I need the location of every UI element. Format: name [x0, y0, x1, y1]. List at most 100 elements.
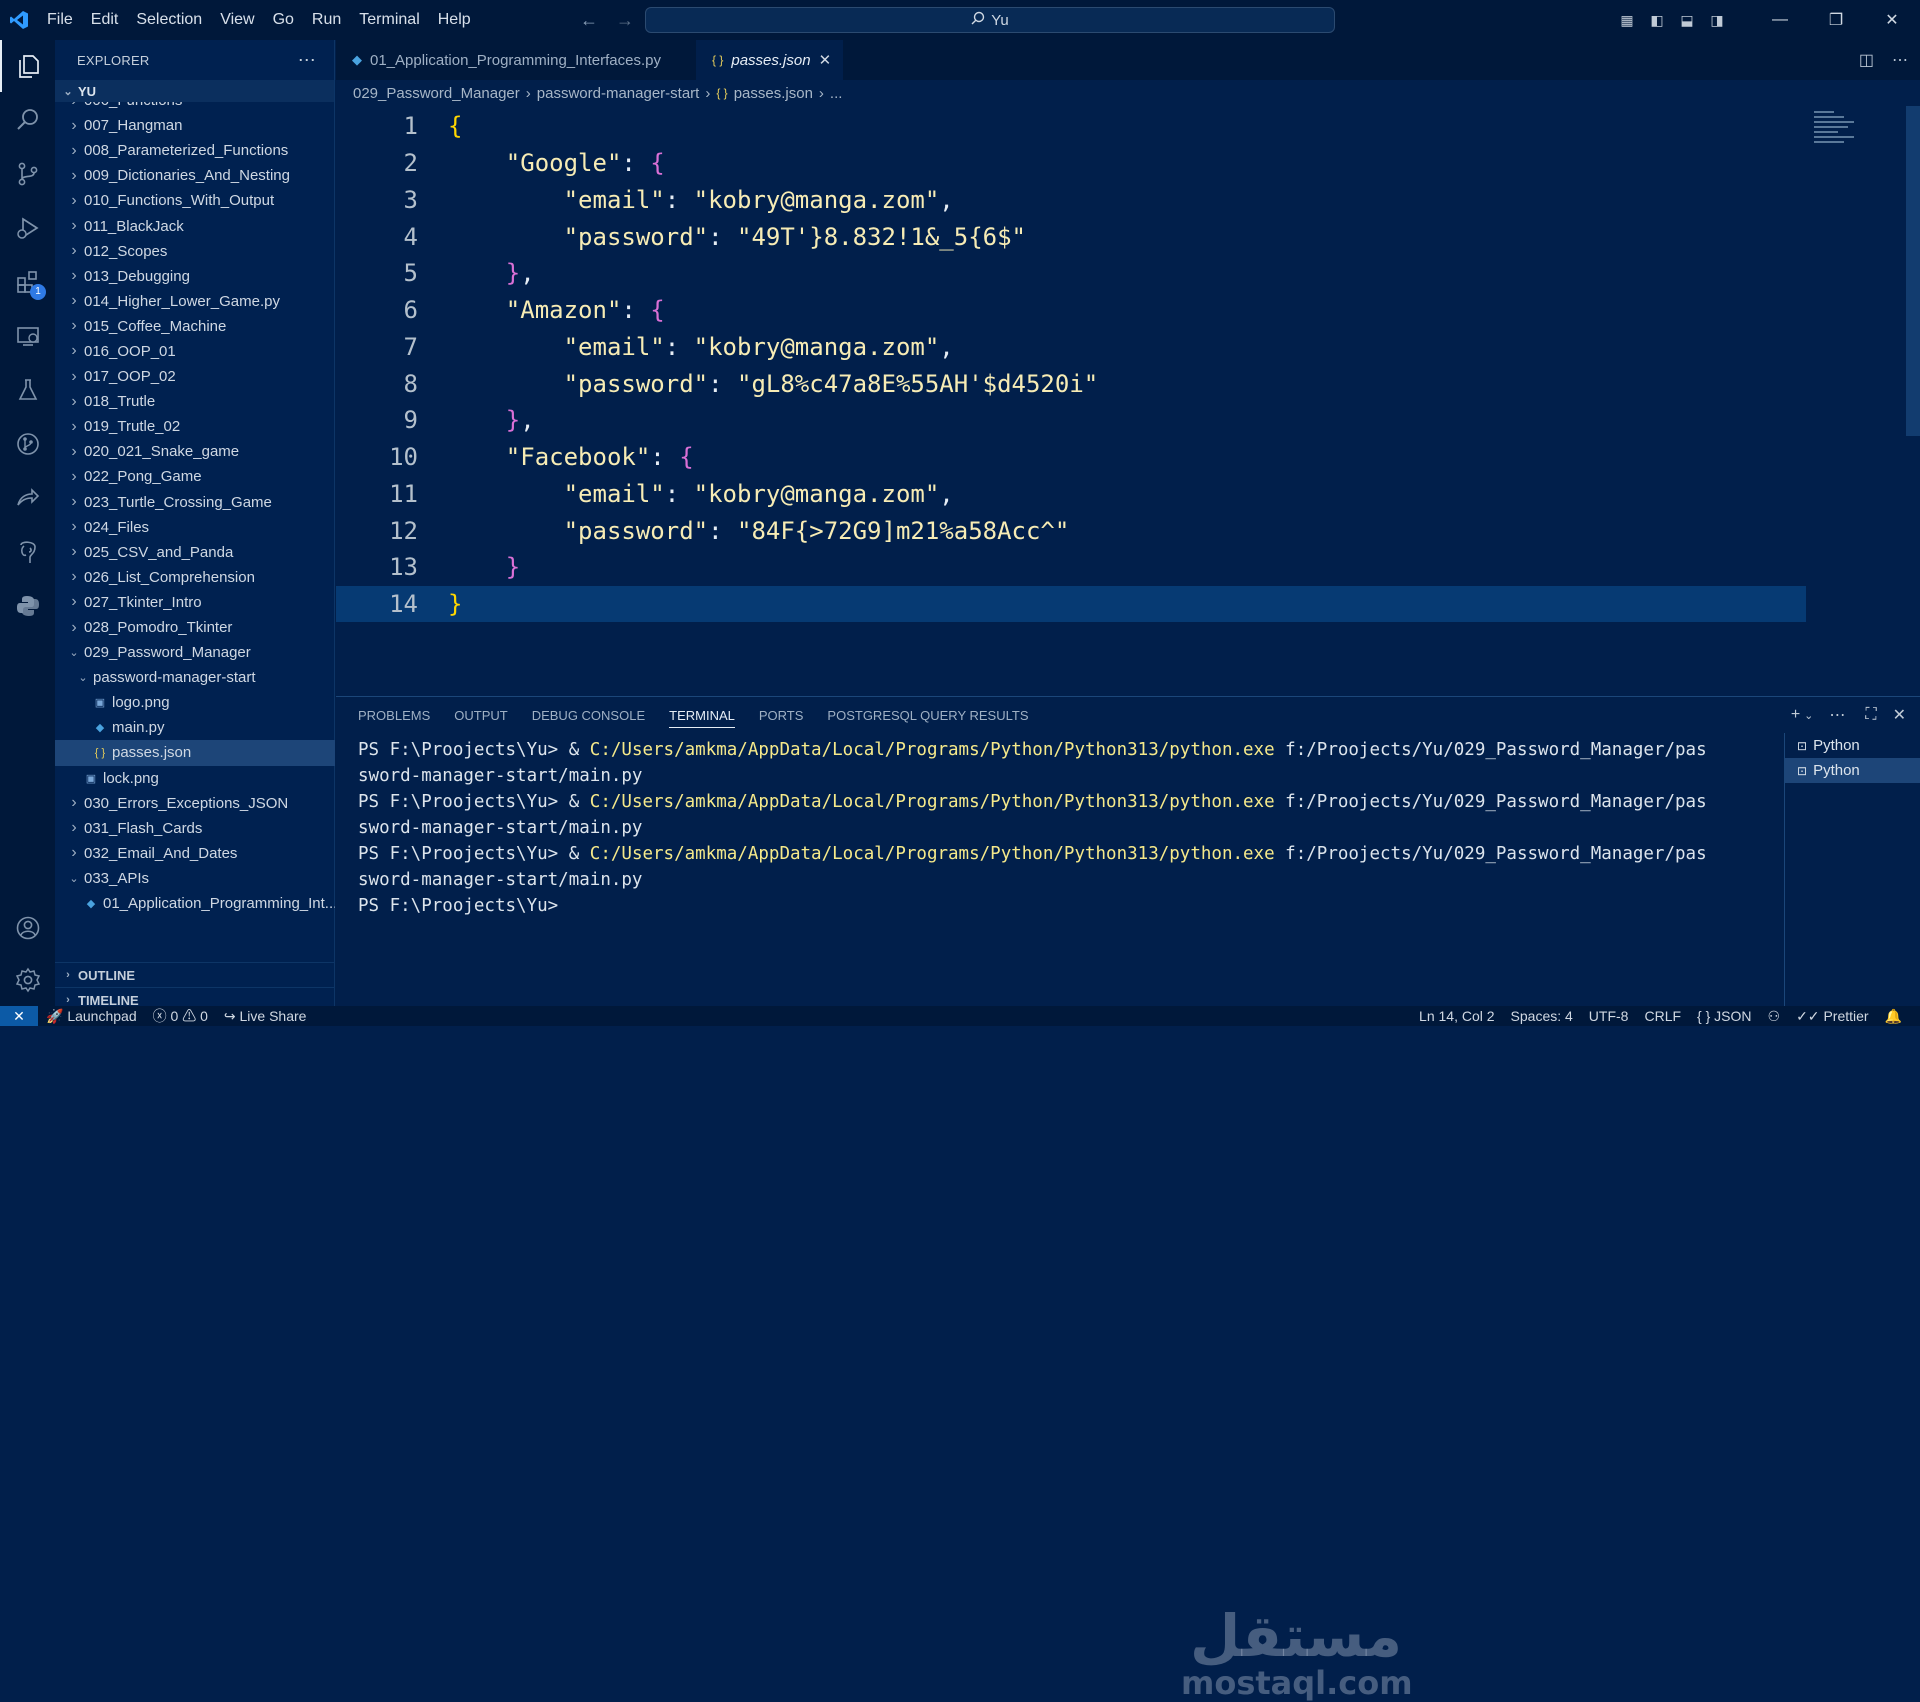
more-actions-icon[interactable]: ⋯ — [1829, 705, 1845, 725]
tree-folder[interactable]: ⌄ 033_APIs — [55, 866, 335, 891]
menu-help[interactable]: Help — [429, 0, 480, 40]
editor-scrollbar[interactable] — [1906, 106, 1920, 436]
tree-file[interactable]: ▣ lock.png — [55, 766, 335, 791]
tree-file[interactable]: ▣ logo.png — [55, 690, 335, 715]
menu-file[interactable]: File — [38, 0, 82, 40]
tree-folder[interactable]: ⌄ password-manager-start — [55, 665, 335, 690]
testing-icon[interactable] — [0, 364, 55, 416]
terminal-instance[interactable]: ⊡ Python — [1785, 733, 1920, 758]
tree-folder[interactable]: › 011_BlackJack — [55, 213, 335, 238]
minimap[interactable] — [1814, 108, 1864, 148]
line-ending[interactable]: CRLF — [1636, 1008, 1689, 1024]
tree-folder[interactable]: › 023_Turtle_Crossing_Game — [55, 490, 335, 515]
tree-folder[interactable]: ⌄ 029_Password_Manager — [55, 640, 335, 665]
toggle-panel-icon[interactable]: ⬓ — [1672, 12, 1702, 29]
live-share-item[interactable]: ↪ Live Share — [216, 1008, 315, 1025]
breadcrumb-item[interactable]: password-manager-start — [537, 85, 700, 102]
remote-explorer-icon[interactable] — [0, 310, 55, 362]
notifications-icon[interactable]: 🔔 — [1877, 1008, 1910, 1025]
toggle-secondary-sidebar-icon[interactable]: ◨ — [1702, 12, 1732, 29]
maximize-panel-icon[interactable]: ⛶ — [1865, 706, 1876, 724]
remote-indicator-icon[interactable]: ✕ — [0, 1006, 38, 1026]
tab-problems[interactable]: PROBLEMS — [358, 708, 430, 723]
tree-folder[interactable]: › 013_Debugging — [55, 264, 335, 289]
workspace-root[interactable]: ⌄ YU — [55, 80, 334, 102]
tree-folder[interactable]: › 018_Trutle — [55, 389, 335, 414]
terminal-instance[interactable]: ⊡ Python — [1785, 758, 1920, 783]
tree-folder[interactable]: › 028_Pomodro_Tkinter — [55, 615, 335, 640]
postgresql-icon[interactable] — [0, 526, 55, 578]
code-editor[interactable]: 1{2 "Google": {3 "email": "kobry@manga.z… — [336, 106, 1920, 694]
breadcrumb-item[interactable]: passes.json — [734, 85, 813, 102]
tree-file[interactable]: { } passes.json — [55, 740, 335, 766]
copilot-icon[interactable]: ⚇ — [1760, 1008, 1789, 1025]
menu-edit[interactable]: Edit — [82, 0, 128, 40]
tree-folder[interactable]: › 026_List_Comprehension — [55, 565, 335, 590]
tree-folder[interactable]: › 017_OOP_02 — [55, 364, 335, 389]
tree-folder[interactable]: › 030_Errors_Exceptions_JSON — [55, 791, 335, 816]
chevron-down-icon[interactable]: ⌄ — [1804, 709, 1813, 722]
cursor-position[interactable]: Ln 14, Col 2 — [1411, 1008, 1503, 1024]
more-actions-icon[interactable]: ⋯ — [298, 50, 316, 71]
tree-folder[interactable]: › 027_Tkinter_Intro — [55, 590, 335, 615]
tree-file[interactable]: ◆ 01_Application_Programming_Int... — [55, 891, 335, 916]
tree-folder[interactable]: › 024_Files — [55, 515, 335, 540]
tree-folder[interactable]: › 019_Trutle_02 — [55, 414, 335, 439]
breadcrumb-item[interactable]: 029_Password_Manager — [353, 85, 520, 102]
tree-folder[interactable]: › 008_Parameterized_Functions — [55, 138, 335, 163]
tree-folder[interactable]: › 031_Flash_Cards — [55, 816, 335, 841]
menu-view[interactable]: View — [211, 0, 263, 40]
launchpad-item[interactable]: 🚀 Launchpad — [38, 1008, 145, 1025]
indentation[interactable]: Spaces: 4 — [1503, 1008, 1581, 1024]
tab-passes-json[interactable]: { } passes.json ✕ — [696, 40, 845, 80]
toggle-primary-sidebar-icon[interactable]: ◧ — [1642, 12, 1672, 29]
settings-gear-icon[interactable] — [0, 954, 55, 1006]
explorer-icon[interactable] — [0, 40, 55, 92]
close-panel-icon[interactable]: ✕ — [1893, 705, 1906, 725]
tree-folder[interactable]: › 025_CSV_and_Panda — [55, 540, 335, 565]
close-tab-icon[interactable]: ✕ — [819, 51, 832, 69]
menu-terminal[interactable]: Terminal — [350, 0, 428, 40]
tree-folder[interactable]: › 032_Email_And_Dates — [55, 841, 335, 866]
python-icon[interactable] — [0, 580, 55, 632]
tab-output[interactable]: OUTPUT — [454, 708, 507, 723]
terminal-output[interactable]: PS F:\Proojects\Yu> & C:/Users/amkma/App… — [358, 737, 1798, 919]
tree-folder[interactable]: › 020_021_Snake_game — [55, 439, 335, 464]
tree-folder[interactable]: › 010_Functions_With_Output — [55, 188, 335, 213]
tree-folder[interactable]: › 022_Pong_Game — [55, 464, 335, 489]
tree-folder[interactable]: › 015_Coffee_Machine — [55, 314, 335, 339]
run-debug-icon[interactable] — [0, 202, 55, 254]
outline-section[interactable]: › OUTLINE — [55, 962, 335, 987]
tab-postgresql-query-results[interactable]: POSTGRESQL QUERY RESULTS — [827, 708, 1028, 723]
forward-arrow-icon[interactable]: → — [616, 10, 634, 31]
tree-folder[interactable]: › 012_Scopes — [55, 239, 335, 264]
tree-folder[interactable]: › 014_Higher_Lower_Game.py — [55, 289, 335, 314]
customize-layout-icon[interactable]: ▦ — [1612, 12, 1642, 29]
problems-item[interactable]: ⓧ 0 ⚠ 0 — [145, 1006, 216, 1026]
command-center-search[interactable]: Yu — [645, 7, 1335, 33]
tab-ports[interactable]: PORTS — [759, 708, 804, 723]
restore-icon[interactable]: ❐ — [1808, 10, 1864, 30]
tab-api-interfaces[interactable]: ◆ 01_Application_Programming_Interfaces.… — [336, 40, 696, 80]
menu-selection[interactable]: Selection — [127, 0, 211, 40]
menu-run[interactable]: Run — [303, 0, 350, 40]
tab-terminal[interactable]: TERMINAL — [669, 708, 735, 728]
extensions-icon[interactable]: 1 — [0, 256, 55, 308]
tree-file[interactable]: ◆ main.py — [55, 715, 335, 740]
tab-debug-console[interactable]: DEBUG CONSOLE — [532, 708, 645, 723]
tree-folder[interactable]: › 016_OOP_01 — [55, 339, 335, 364]
encoding[interactable]: UTF-8 — [1581, 1008, 1637, 1024]
git-graph-icon[interactable] — [0, 418, 55, 470]
accounts-icon[interactable] — [0, 902, 55, 954]
minimize-icon[interactable]: — — [1752, 11, 1808, 29]
breadcrumb-item[interactable]: ... — [830, 85, 843, 102]
live-share-icon[interactable] — [0, 472, 55, 524]
search-icon[interactable] — [0, 94, 55, 146]
split-editor-icon[interactable]: ◫ — [1859, 50, 1874, 70]
new-terminal-icon[interactable]: + — [1791, 706, 1800, 724]
tree-folder[interactable]: › 009_Dictionaries_And_Nesting — [55, 163, 335, 188]
tree-folder[interactable]: ›006_Functions — [55, 102, 335, 113]
prettier-item[interactable]: ✓✓ Prettier — [1788, 1008, 1876, 1025]
close-window-icon[interactable]: ✕ — [1864, 10, 1920, 30]
back-arrow-icon[interactable]: ← — [580, 10, 598, 31]
